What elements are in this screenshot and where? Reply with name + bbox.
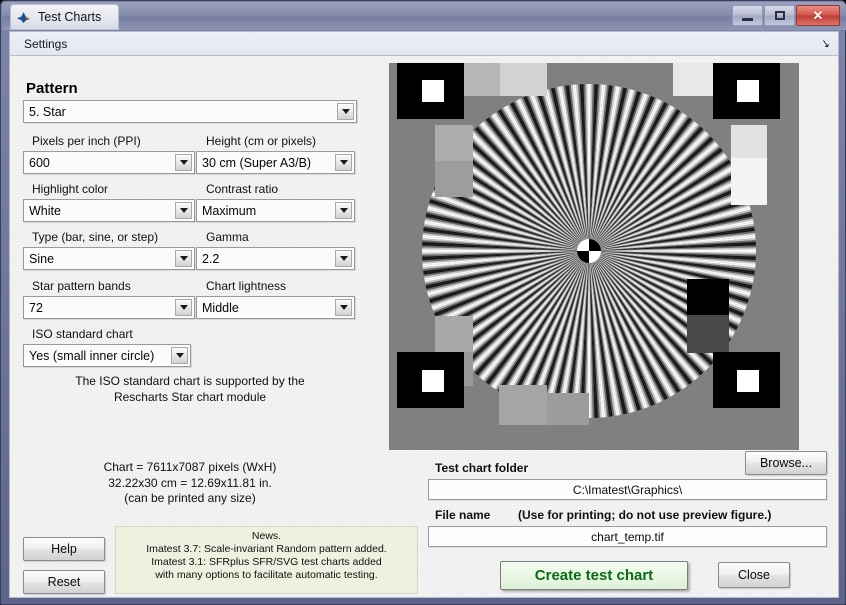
chart-lightness-select[interactable]: Middle: [196, 296, 355, 319]
folder-label: Test chart folder: [435, 461, 529, 475]
filename-input[interactable]: chart_temp.tif: [428, 526, 827, 547]
type-select-value: Sine: [29, 251, 55, 266]
ppi-label: Pixels per inch (PPI): [32, 134, 141, 148]
matlab-icon: [16, 10, 31, 25]
contrast-ratio-label: Contrast ratio: [206, 182, 279, 196]
window-title: Test Charts: [38, 10, 102, 24]
star-bands-select[interactable]: 72: [23, 296, 195, 319]
pattern-select-value: 5. Star: [29, 104, 66, 119]
chart-info-line-2: 32.22x30 cm = 12.69x11.81 in.: [108, 475, 272, 490]
maximize-button[interactable]: [764, 5, 795, 26]
iso-standard-label: ISO standard chart: [32, 327, 133, 341]
window-frame: Test Charts ✕ Settings ↘ Pattern 5. Star…: [0, 0, 846, 605]
chart-lightness-select-value: Middle: [202, 300, 239, 315]
browse-button[interactable]: Browse...: [745, 451, 827, 475]
menu-item-settings[interactable]: Settings: [16, 35, 75, 53]
news-line-2: Imatest 3.7: Scale-invariant Random patt…: [146, 543, 387, 555]
type-label: Type (bar, sine, or step): [32, 230, 159, 244]
filename-label: File name: [435, 508, 491, 522]
star-chart-preview: [389, 63, 799, 450]
pattern-select[interactable]: 5. Star: [23, 100, 357, 123]
application-window: Test Charts ✕ Settings ↘ Pattern 5. Star…: [0, 0, 846, 605]
chevron-down-icon: [175, 202, 192, 219]
close-button[interactable]: Close: [718, 562, 790, 588]
iso-note: The ISO standard chart is supported by t…: [23, 374, 357, 405]
minimize-icon: [742, 17, 753, 21]
filename-note: (Use for printing; do not use preview fi…: [518, 508, 772, 522]
menu-bar: Settings ↘: [9, 31, 839, 55]
iso-note-line-2: Rescharts Star chart module: [113, 389, 267, 404]
title-bar: Test Charts ✕: [2, 2, 846, 30]
chevron-down-icon: [337, 103, 354, 120]
highlight-color-label: Highlight color: [32, 182, 109, 196]
chevron-down-icon: [175, 299, 192, 316]
gamma-select-value: 2.2: [202, 251, 220, 266]
chevron-down-icon: [335, 202, 352, 219]
contrast-ratio-select-value: Maximum: [202, 203, 257, 218]
chevron-down-icon: [335, 299, 352, 316]
iso-standard-select[interactable]: Yes (small inner circle): [23, 344, 191, 367]
star-chart-svg: [389, 63, 799, 450]
chart-info-line-3: (can be printed any size): [124, 491, 256, 505]
close-window-button[interactable]: ✕: [796, 5, 840, 26]
contrast-ratio-select[interactable]: Maximum: [196, 199, 355, 222]
star-bands-select-value: 72: [29, 300, 43, 315]
height-label: Height (cm or pixels): [206, 134, 317, 148]
chevron-down-icon: [335, 250, 352, 267]
reset-button[interactable]: Reset: [23, 570, 105, 594]
maximize-icon: [774, 11, 785, 20]
client-area: Pattern 5. Star Pixels per inch (PPI) 60…: [9, 55, 839, 598]
pattern-heading: Pattern: [26, 80, 78, 97]
minimize-button[interactable]: [732, 5, 763, 26]
highlight-color-select[interactable]: White: [23, 199, 195, 222]
gamma-label: Gamma: [206, 230, 249, 244]
news-panel: News. Imatest 3.7: Scale-invariant Rando…: [115, 526, 418, 594]
chevron-down-icon: [335, 154, 352, 171]
news-line-4: with many options to facilitate automati…: [155, 569, 378, 581]
chevron-down-icon: [175, 154, 192, 171]
height-select-value: 30 cm (Super A3/B): [202, 155, 312, 170]
close-icon: ✕: [812, 8, 824, 23]
news-line-1: News.: [251, 530, 282, 542]
chevron-down-icon: [175, 250, 192, 267]
ppi-select[interactable]: 600: [23, 151, 195, 174]
folder-input[interactable]: C:\Imatest\Graphics\: [428, 479, 827, 500]
window-title-tab[interactable]: Test Charts: [10, 4, 120, 30]
news-line-3: Imatest 3.1: SFRplus SFR/SVG test charts…: [151, 556, 382, 568]
highlight-color-select-value: White: [29, 203, 61, 218]
iso-standard-select-value: Yes (small inner circle): [29, 348, 155, 363]
type-select[interactable]: Sine: [23, 247, 195, 270]
ppi-select-value: 600: [29, 155, 50, 170]
dock-arrow-icon[interactable]: ↘: [820, 36, 831, 50]
help-button[interactable]: Help: [23, 537, 105, 561]
chart-info: Chart = 7611x7087 pixels (WxH) 32.22x30 …: [23, 460, 357, 507]
create-test-chart-button[interactable]: Create test chart: [500, 561, 688, 590]
chevron-down-icon: [171, 347, 188, 364]
chart-lightness-label: Chart lightness: [206, 279, 287, 293]
iso-note-line-1: The ISO standard chart is supported by t…: [75, 374, 305, 388]
window-controls: ✕: [732, 5, 840, 26]
chart-info-line-1: Chart = 7611x7087 pixels (WxH): [103, 460, 277, 474]
gamma-select[interactable]: 2.2: [196, 247, 355, 270]
star-bands-label: Star pattern bands: [32, 279, 131, 293]
height-select[interactable]: 30 cm (Super A3/B): [196, 151, 355, 174]
